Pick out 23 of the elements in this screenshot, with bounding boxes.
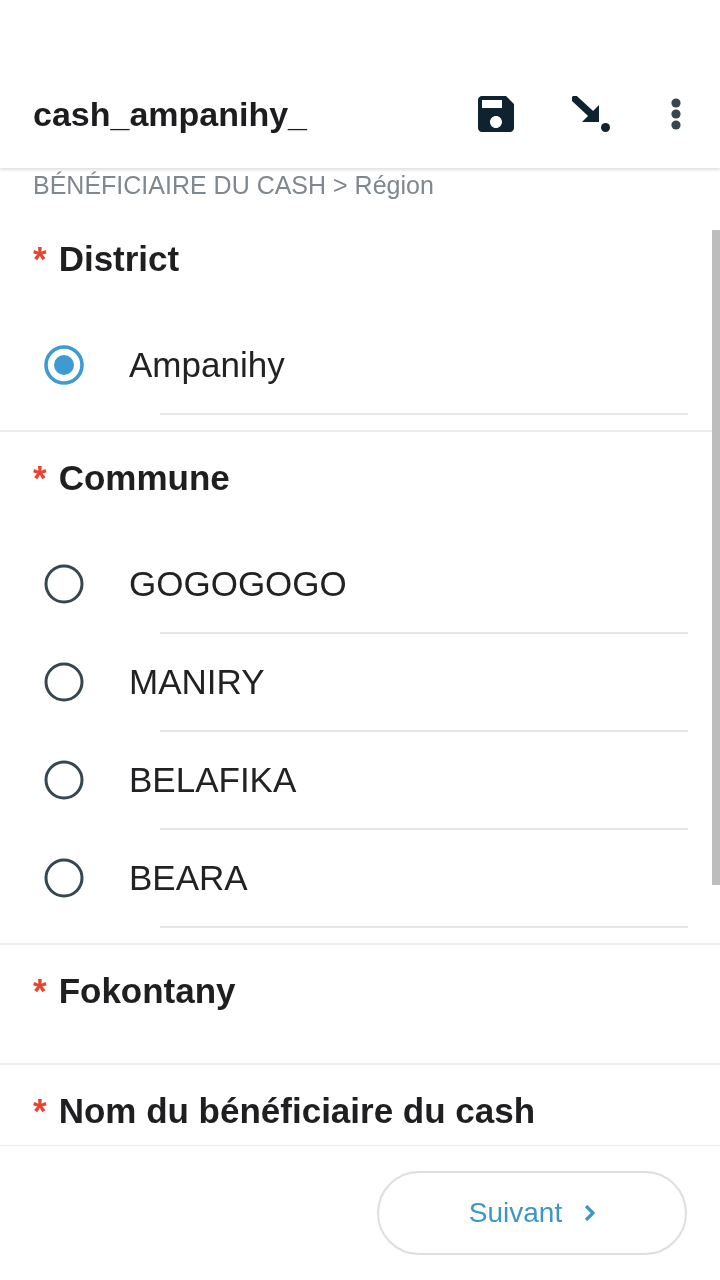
radio-button[interactable] xyxy=(44,858,84,898)
more-icon xyxy=(671,98,681,130)
form-title: cash_ampanihy_ xyxy=(33,94,309,134)
question-label: District xyxy=(58,238,180,280)
required-asterisk: * xyxy=(33,238,47,280)
question-label: Fokontany xyxy=(58,970,236,1012)
radio-button[interactable] xyxy=(44,345,84,385)
required-asterisk: * xyxy=(33,970,47,1012)
radio-option[interactable]: Ampanihy xyxy=(44,317,688,413)
breadcrumb: BÉNÉFICIAIRE DU CASH > Région xyxy=(33,170,435,200)
radio-option[interactable]: GOGOGOGO xyxy=(44,536,688,632)
radio-option[interactable]: BELAFIKA xyxy=(44,732,688,828)
radio-option[interactable]: MANIRY xyxy=(44,634,688,730)
chevron-right-icon xyxy=(584,1204,596,1222)
radio-button[interactable] xyxy=(44,760,84,800)
diagonal-arrow-icon xyxy=(572,96,610,132)
required-asterisk: * xyxy=(33,1090,47,1132)
question-label: Commune xyxy=(58,457,230,499)
question-label: Nom du bénéficiaire du cash xyxy=(58,1090,536,1132)
radio-button[interactable] xyxy=(44,662,84,702)
radio-button[interactable] xyxy=(44,564,84,604)
radio-option[interactable]: BEARA xyxy=(44,830,688,926)
required-asterisk: * xyxy=(33,457,47,499)
